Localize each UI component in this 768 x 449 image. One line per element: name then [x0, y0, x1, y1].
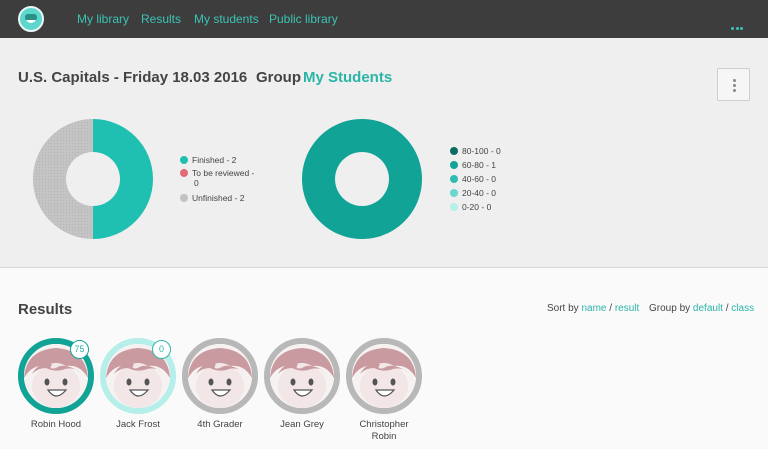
student-face-icon [346, 338, 422, 414]
results-heading: Results [18, 301, 73, 318]
finished-dot-icon [180, 156, 188, 164]
student-name: Jack Frost [116, 419, 160, 430]
student-name: Robin Hood [30, 419, 82, 430]
sort-by-name-link[interactable]: name [581, 303, 606, 314]
sort-controls: Sort by name / result [547, 303, 640, 314]
avatar: 0 [100, 338, 176, 414]
student-card[interactable]: 4th Grader [182, 338, 258, 431]
to-review-dot-icon [180, 169, 188, 177]
legend-40-60: 40-60 - 0 [450, 174, 496, 184]
legend-0-20: 0-20 - 0 [450, 202, 491, 212]
top-navigation-bar: My library Results My students Public li… [0, 0, 768, 38]
legend-unfinished: Unfinished - 2 [180, 193, 244, 203]
student-card[interactable]: 75 Robin Hood [18, 338, 94, 431]
legend-80-100: 80-100 - 0 [450, 146, 501, 156]
student-face-icon [182, 338, 258, 414]
student-card[interactable]: 0 Jack Frost [100, 338, 176, 431]
group-name-link[interactable]: My Students [303, 69, 392, 86]
student-card[interactable]: Christopher Robin [346, 338, 422, 443]
student-name: 4th Grader [197, 419, 243, 430]
nav-my-library[interactable]: My library [77, 12, 129, 26]
legend-60-80: 60-80 - 1 [450, 160, 496, 170]
unfinished-dot-icon [180, 194, 188, 202]
student-face-icon [264, 338, 340, 414]
score-badge: 75 [70, 340, 89, 359]
avatar [264, 338, 340, 414]
unfinished-slice [33, 119, 93, 239]
legend-20-40: 20-40 - 0 [450, 188, 496, 198]
more-options-icon[interactable] [731, 17, 745, 35]
legend-to-be-reviewed: To be reviewed -0 [180, 168, 254, 188]
summary-panel: U.S. Capitals - Friday 18.03 2016 Group … [0, 38, 768, 268]
group-controls: Group by default / class [649, 303, 755, 314]
group-by-default-link[interactable]: default [693, 303, 723, 314]
finished-slice [93, 119, 153, 239]
group-by-class-link[interactable]: class [731, 303, 754, 314]
score-donut-chart [302, 119, 422, 239]
student-card[interactable]: Jean Grey [264, 338, 340, 431]
student-name: Jean Grey [280, 419, 324, 430]
page-title: U.S. Capitals - Friday 18.03 2016 [18, 69, 248, 86]
nav-my-students[interactable]: My students [194, 12, 259, 26]
options-menu-button[interactable] [717, 68, 750, 101]
nav-results[interactable]: Results [141, 12, 181, 26]
avatar [346, 338, 422, 414]
avatar: 75 [18, 338, 94, 414]
app-logo-icon[interactable] [18, 6, 44, 32]
score-60-80-slice [302, 119, 422, 239]
status-donut-chart [33, 119, 153, 239]
avatar [182, 338, 258, 414]
student-name: Christopher Robin [359, 419, 409, 442]
sort-by-result-link[interactable]: result [615, 303, 639, 314]
score-badge: 0 [152, 340, 171, 359]
group-label: Group [256, 69, 301, 86]
legend-finished: Finished - 2 [180, 155, 236, 165]
nav-public-library[interactable]: Public library [269, 12, 338, 26]
